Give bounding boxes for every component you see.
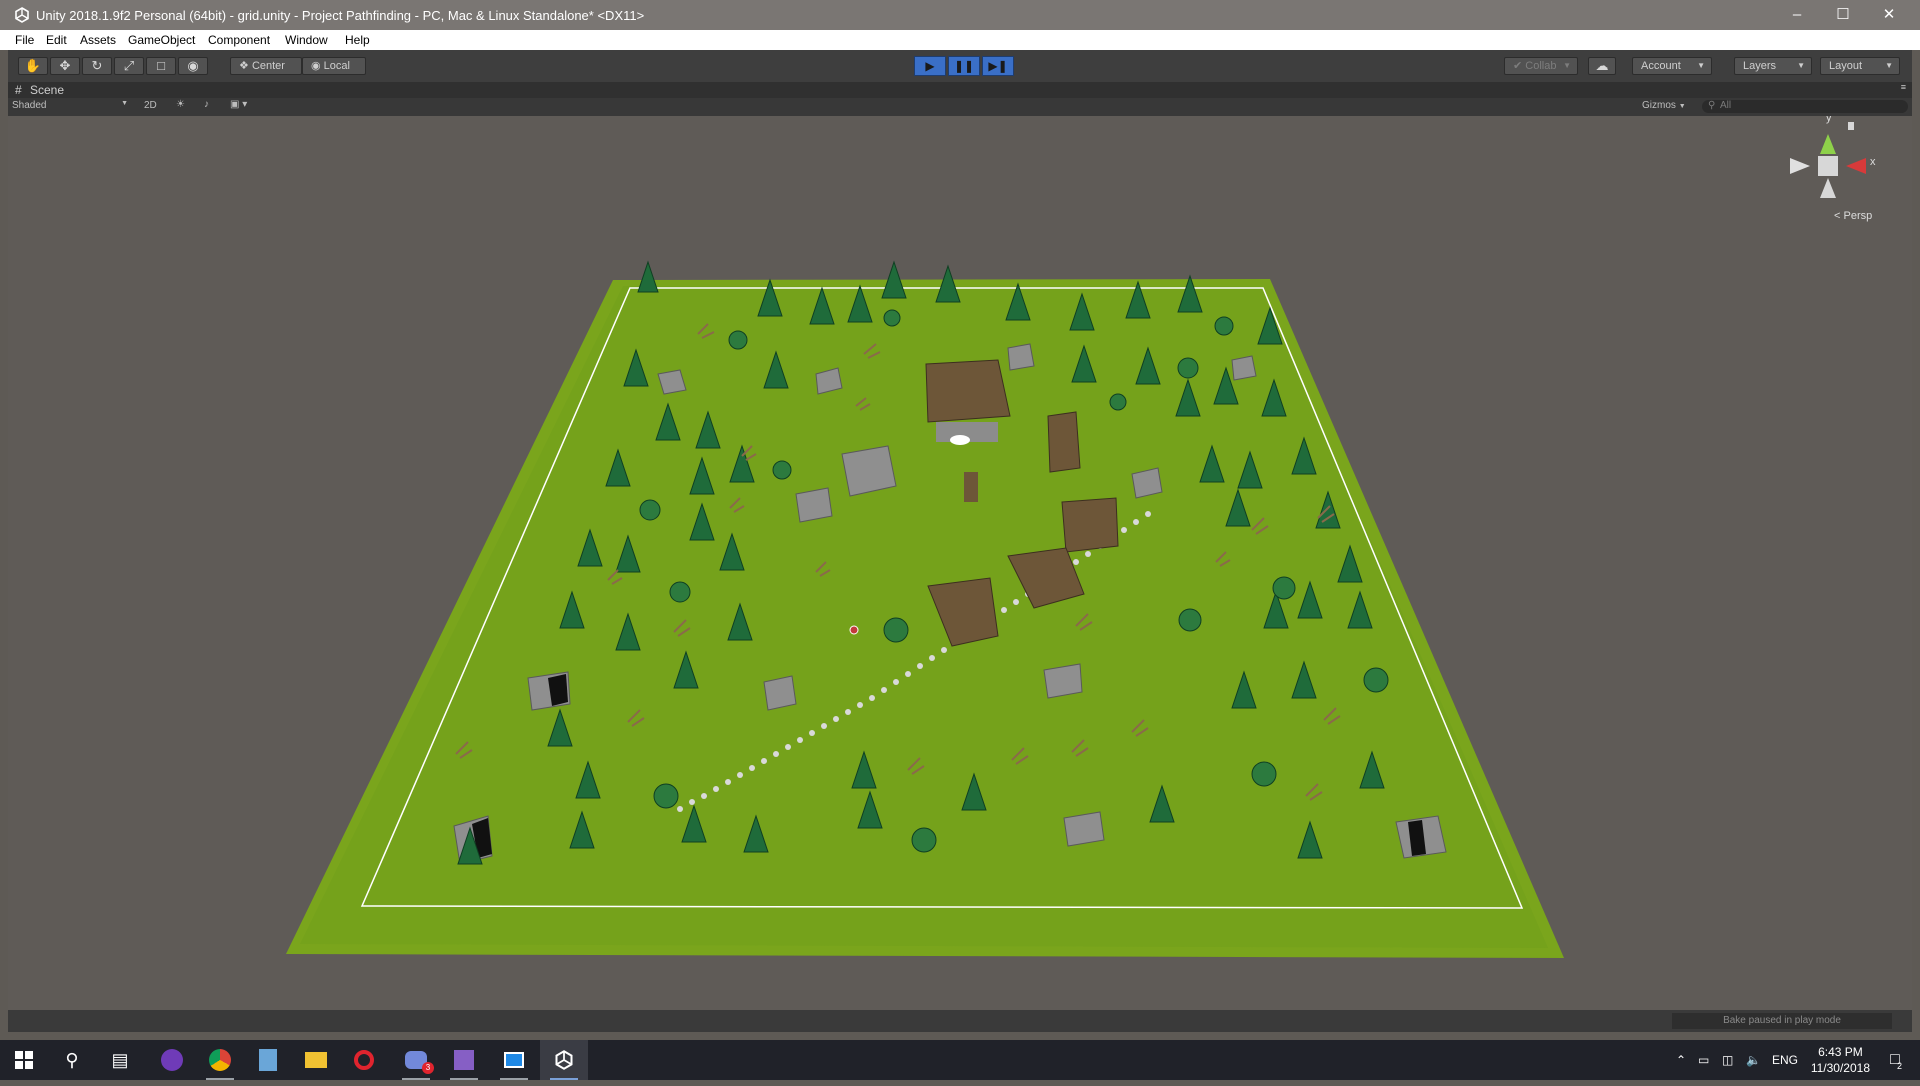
app-purple-icon[interactable] bbox=[148, 1040, 196, 1080]
task-view-icon[interactable]: ▤ bbox=[96, 1040, 144, 1080]
tab-menu-icon[interactable]: ≡ bbox=[1901, 82, 1906, 92]
window-title: Unity 2018.1.9f2 Personal (64bit) - grid… bbox=[36, 8, 645, 23]
search-icon[interactable]: ⚲ bbox=[48, 1040, 96, 1080]
scene-gizmo bbox=[1790, 122, 1866, 198]
chevron-down-icon: ▼ bbox=[1697, 61, 1705, 70]
gizmo-axis-y: y bbox=[1826, 116, 1832, 124]
gizmos-dropdown[interactable]: Gizmos ▼ bbox=[1642, 100, 1686, 111]
file-explorer-icon[interactable] bbox=[292, 1040, 340, 1080]
layers-label: Layers bbox=[1743, 60, 1777, 72]
chrome-icon[interactable] bbox=[196, 1040, 244, 1080]
start-button[interactable] bbox=[0, 1040, 48, 1080]
menu-file[interactable]: File bbox=[15, 33, 34, 47]
local-icon: ◉ bbox=[311, 60, 321, 72]
scene-tab[interactable]: Scene bbox=[30, 83, 64, 97]
cloud-icon[interactable]: ☁ bbox=[1588, 57, 1616, 75]
chevron-down-icon: ▼ bbox=[1563, 61, 1571, 70]
search-placeholder: All bbox=[1720, 100, 1732, 111]
rect-tool-icon[interactable]: □ bbox=[146, 57, 176, 75]
chevron-down-icon: ▼ bbox=[1797, 61, 1805, 70]
volume-icon[interactable]: 🔈 bbox=[1746, 1040, 1761, 1080]
audio-toggle-icon[interactable]: ♪ bbox=[204, 99, 209, 110]
discord-badge: 3 bbox=[422, 1062, 434, 1074]
battery-icon[interactable]: ▭ bbox=[1698, 1040, 1709, 1080]
chevron-down-icon: ▼ bbox=[121, 100, 128, 107]
menu-component[interactable]: Component bbox=[208, 33, 270, 47]
scene-viewport[interactable]: y x < Persp bbox=[8, 116, 1912, 1010]
scene-tab-header: # Scene ≡ bbox=[8, 82, 1912, 98]
account-dropdown[interactable]: Account ▼ bbox=[1632, 57, 1712, 75]
gizmos-label: Gizmos bbox=[1642, 100, 1676, 111]
window-app-icon[interactable] bbox=[490, 1040, 538, 1080]
collab-button[interactable]: ✔ Collab ▼ bbox=[1504, 57, 1578, 75]
chevron-down-icon: ▼ bbox=[1678, 103, 1686, 110]
notification-center-icon[interactable]: □ 2 bbox=[1880, 1040, 1910, 1080]
pause-button[interactable]: ❚❚ bbox=[948, 56, 980, 76]
scene-tab-icon: # bbox=[15, 83, 22, 97]
gizmo-axis-x: x bbox=[1870, 156, 1876, 168]
step-button[interactable]: ▶❚ bbox=[982, 56, 1014, 76]
rotate-tool-icon[interactable]: ↻ bbox=[82, 57, 112, 75]
network-icon[interactable]: ◫ bbox=[1722, 1040, 1733, 1080]
unity-taskbar-icon[interactable] bbox=[540, 1040, 588, 1080]
menu-edit[interactable]: Edit bbox=[46, 33, 67, 47]
clock[interactable]: 6:43 PM 11/30/2018 bbox=[1811, 1044, 1870, 1076]
bake-status: Bake paused in play mode bbox=[1672, 1013, 1892, 1029]
menu-window[interactable]: Window bbox=[285, 33, 328, 47]
unity-logo-icon bbox=[15, 7, 29, 23]
opera-icon[interactable] bbox=[340, 1040, 388, 1080]
menu-bar: File Edit Assets GameObject Component Wi… bbox=[0, 30, 1920, 50]
account-label: Account bbox=[1641, 60, 1681, 72]
menu-help[interactable]: Help bbox=[345, 33, 370, 47]
projection-toggle[interactable]: < Persp bbox=[1834, 210, 1872, 222]
pivot-center-button[interactable]: ❖ Center bbox=[230, 57, 302, 75]
shading-mode-label: Shaded bbox=[12, 100, 47, 111]
scale-tool-icon[interactable]: ⤢ bbox=[114, 57, 144, 75]
scene-render bbox=[286, 122, 1866, 958]
maximize-icon[interactable]: ☐ bbox=[1820, 0, 1866, 30]
scene-control-bar: Shaded ▼ 2D ☀ ♪ ▣ ▾ Gizmos ▼ ⚲ All bbox=[8, 98, 1912, 116]
collab-check-icon: ✔ bbox=[1513, 60, 1523, 72]
pivot-icon: ❖ bbox=[239, 60, 249, 72]
projection-icon: < bbox=[1834, 210, 1841, 222]
shading-mode-dropdown[interactable]: Shaded ▼ bbox=[12, 100, 130, 114]
status-bar: Bake paused in play mode bbox=[8, 1010, 1912, 1032]
play-button[interactable]: ▶ bbox=[914, 56, 946, 76]
windows-logo-icon bbox=[15, 1051, 33, 1069]
move-tool-icon[interactable]: ✥ bbox=[50, 57, 80, 75]
unity-logo-icon bbox=[555, 1050, 573, 1070]
scene-search-input[interactable]: ⚲ All bbox=[1702, 100, 1908, 113]
effects-toggle-icon[interactable]: ▣ ▾ bbox=[230, 99, 247, 110]
layout-dropdown[interactable]: Layout ▼ bbox=[1820, 57, 1900, 75]
transform-tool-icon[interactable]: ◉ bbox=[178, 57, 208, 75]
discord-icon[interactable]: 3 bbox=[392, 1040, 440, 1080]
pivot-label: Center bbox=[251, 60, 285, 72]
hand-tool-icon[interactable]: ✋ bbox=[18, 57, 48, 75]
notification-count: 2 bbox=[1897, 1061, 1903, 1071]
clock-date: 11/30/2018 bbox=[1810, 1061, 1870, 1075]
menu-gameobject[interactable]: GameObject bbox=[128, 33, 195, 47]
projection-label: Persp bbox=[1843, 210, 1873, 222]
search-icon: ⚲ bbox=[1708, 100, 1716, 111]
close-icon[interactable]: ✕ bbox=[1866, 0, 1912, 30]
pivot-local-button[interactable]: ◉ Local bbox=[302, 57, 366, 75]
collab-label: Collab bbox=[1525, 60, 1557, 72]
tray-chevron-icon[interactable]: ⌃ bbox=[1676, 1040, 1686, 1080]
lighting-toggle-icon[interactable]: ☀ bbox=[176, 99, 185, 110]
layers-dropdown[interactable]: Layers ▼ bbox=[1734, 57, 1812, 75]
layout-label: Layout bbox=[1829, 60, 1863, 72]
agent bbox=[849, 625, 859, 635]
visual-studio-icon[interactable] bbox=[440, 1040, 488, 1080]
clock-time: 6:43 PM bbox=[1818, 1045, 1863, 1059]
language-indicator[interactable]: ENG bbox=[1772, 1040, 1798, 1080]
menu-assets[interactable]: Assets bbox=[80, 33, 116, 47]
minimize-icon[interactable]: – bbox=[1774, 0, 1820, 30]
local-label: Local bbox=[323, 60, 350, 72]
2d-toggle[interactable]: 2D bbox=[144, 100, 157, 111]
window-title-bar[interactable]: Unity 2018.1.9f2 Personal (64bit) - grid… bbox=[0, 0, 1920, 30]
notepad-icon[interactable] bbox=[244, 1040, 292, 1080]
chevron-down-icon: ▼ bbox=[1885, 61, 1893, 70]
main-toolbar: ✋ ✥ ↻ ⤢ □ ◉ ❖ Center ◉ Local ▶ ❚❚ ▶❚ ✔ C… bbox=[8, 50, 1912, 82]
windows-taskbar: ⚲ ▤ 3 ⌃ ▭ ◫ 🔈 ENG 6:43 PM 11/30/2018 □ 2 bbox=[0, 1040, 1920, 1080]
